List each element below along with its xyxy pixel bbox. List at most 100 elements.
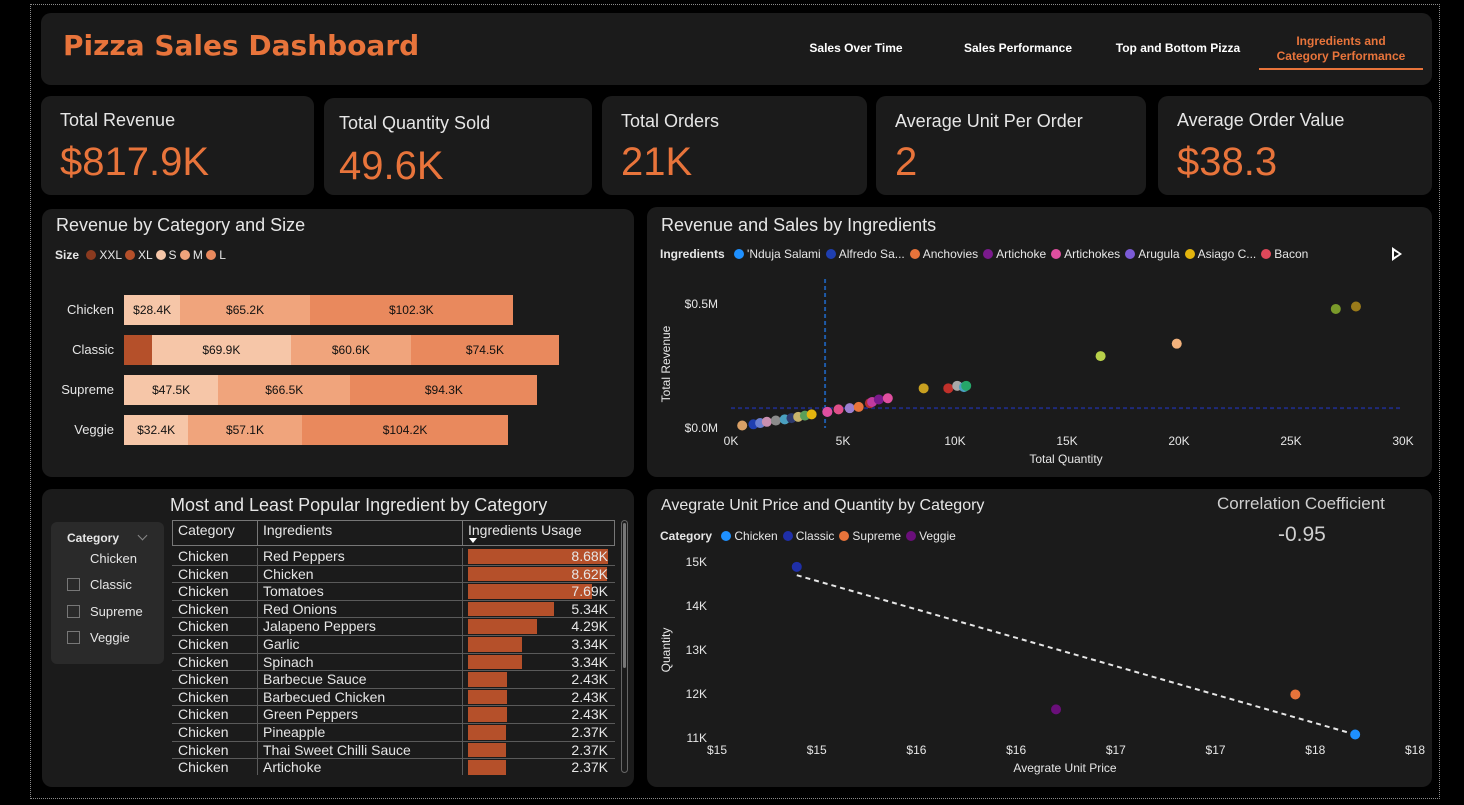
cell-ingredient: Artichoke	[263, 759, 322, 775]
data-point-classic[interactable]	[791, 561, 802, 572]
table-row[interactable]: Chicken Barbecued Chicken 2.43K	[172, 688, 615, 707]
data-point[interactable]	[918, 383, 929, 394]
data-point[interactable]	[961, 380, 972, 391]
table-row[interactable]: Chicken Garlic 3.34K	[172, 636, 615, 654]
bar-segment-m[interactable]: $66.5K	[218, 375, 351, 405]
table-row[interactable]: Chicken Jalapeno Peppers 4.29K	[172, 618, 615, 636]
cell-category: Chicken	[178, 688, 229, 705]
bar-segment-s[interactable]: $28.4K	[124, 295, 181, 325]
data-point[interactable]	[873, 394, 884, 405]
cell-ingredient: Garlic	[263, 636, 300, 652]
column-divider	[257, 583, 258, 600]
column-divider	[462, 583, 463, 600]
bar-segment-l[interactable]: $104.2K	[301, 415, 509, 445]
column-divider	[462, 671, 463, 688]
slicer-item-classic[interactable]: Classic	[67, 577, 132, 592]
data-point[interactable]	[822, 406, 833, 417]
cell-ingredient: Red Onions	[263, 600, 337, 617]
table-row[interactable]: Chicken Artichoke 2.37K	[172, 759, 615, 775]
table-row[interactable]: Chicken Tomatoes 7.69K	[172, 583, 615, 601]
data-point[interactable]	[1350, 301, 1361, 312]
table-scrollbar[interactable]	[621, 520, 628, 773]
table-row[interactable]: Chicken Spinach 3.34K	[172, 653, 615, 672]
page-title: Pizza Sales Dashboard	[63, 29, 420, 62]
sort-desc-icon[interactable]	[469, 538, 477, 543]
column-divider	[257, 565, 258, 583]
cell-category: Chicken	[178, 741, 229, 758]
table-row[interactable]: Chicken Barbecue Sauce 2.43K	[172, 671, 615, 689]
x-tick-label: $15	[707, 743, 727, 757]
data-point-supreme[interactable]	[1290, 689, 1301, 700]
column-divider	[257, 671, 258, 688]
kpi-label: Total Orders	[621, 111, 720, 131]
tab-sales-over-time[interactable]: Sales Over Time	[806, 41, 906, 56]
data-point[interactable]	[1171, 338, 1182, 349]
tab-sales-performance[interactable]: Sales Performance	[958, 41, 1078, 56]
column-divider	[257, 688, 258, 706]
kpi-label: Average Order Value	[1177, 110, 1345, 130]
cell-category: Chicken	[178, 600, 229, 617]
bar-segment-s[interactable]: $69.9K	[151, 335, 291, 365]
data-point[interactable]	[770, 415, 781, 426]
scrollbar-thumb[interactable]	[623, 523, 626, 668]
column-divider	[462, 636, 463, 653]
checkbox[interactable]	[67, 552, 80, 565]
table-row[interactable]: Chicken Pineapple 2.37K	[172, 724, 615, 742]
bar-segment-m[interactable]: $57.1K	[188, 415, 302, 445]
table-row[interactable]: Chicken Red Peppers 8.68K	[172, 548, 615, 566]
column-divider	[462, 741, 463, 759]
checkbox[interactable]	[67, 578, 80, 591]
bar-segment-l[interactable]: $74.5K	[411, 335, 559, 365]
data-point[interactable]	[806, 409, 817, 420]
slicer-item-veggie[interactable]: Veggie	[67, 630, 130, 645]
data-point[interactable]	[943, 383, 954, 394]
cell-category: Chicken	[178, 671, 229, 688]
table-row[interactable]: Chicken Red Onions 5.34K	[172, 600, 615, 619]
column-divider	[462, 548, 463, 565]
table-row[interactable]: Chicken Chicken 8.62K	[172, 565, 615, 584]
cell-usage: 3.34K	[571, 636, 608, 652]
bar-segment-s[interactable]: $47.5K	[124, 375, 219, 405]
bar-segment-xl[interactable]	[124, 335, 152, 365]
data-point-veggie[interactable]	[1051, 704, 1062, 715]
data-point[interactable]	[833, 404, 844, 415]
column-divider	[462, 565, 463, 583]
slicer-item-supreme[interactable]: Supreme	[67, 604, 143, 619]
slicer-item-chicken[interactable]: Chicken	[67, 551, 137, 566]
bar-segment-m[interactable]: $60.6K	[290, 335, 412, 365]
data-point-chicken[interactable]	[1350, 729, 1361, 740]
table-row[interactable]: Chicken Thai Sweet Chilli Sauce 2.37K	[172, 741, 615, 760]
kpi-card-avg-unit-per-order: Average Unit Per Order 2	[876, 96, 1146, 195]
column-header-usage[interactable]: Ingredients Usage	[468, 522, 582, 538]
bar-segment-l[interactable]: $102.3K	[309, 295, 513, 325]
data-point[interactable]	[844, 403, 855, 414]
checkbox[interactable]	[67, 605, 80, 618]
bar-segment-l[interactable]: $94.3K	[350, 375, 538, 405]
x-axis-title: Total Quantity	[1029, 452, 1102, 466]
column-divider	[462, 724, 463, 741]
cell-ingredient: Pineapple	[263, 724, 326, 740]
category-label-veggie: Veggie	[74, 422, 114, 437]
data-point[interactable]	[761, 416, 772, 427]
data-point[interactable]	[882, 393, 893, 404]
data-point[interactable]	[1330, 303, 1341, 314]
x-tick-label: 0K	[724, 434, 739, 448]
chevron-down-icon[interactable]	[137, 530, 148, 541]
kpi-card-avg-order-value: Average Order Value $38.3	[1158, 96, 1432, 195]
data-point[interactable]	[1095, 351, 1106, 362]
column-divider	[462, 759, 463, 775]
column-header-ingredients[interactable]: Ingredients	[263, 522, 332, 538]
data-point[interactable]	[853, 401, 864, 412]
tab-top-bottom-pizza[interactable]: Top and Bottom Pizza	[1113, 41, 1243, 56]
ingredient-table-panel: Most and Least Popular Ingredient by Cat…	[42, 489, 634, 787]
cell-usage: 8.62K	[571, 565, 608, 582]
column-header-category[interactable]: Category	[178, 522, 235, 538]
bar-segment-m[interactable]: $65.2K	[180, 295, 310, 325]
x-tick-label: 5K	[836, 434, 851, 448]
data-point[interactable]	[737, 420, 748, 431]
tab-ingredients-category[interactable]: Ingredients and Category Performance	[1259, 34, 1423, 64]
table-row[interactable]: Chicken Green Peppers 2.43K	[172, 706, 615, 724]
cell-usage: 2.37K	[571, 724, 608, 740]
checkbox[interactable]	[67, 631, 80, 644]
bar-segment-s[interactable]: $32.4K	[124, 415, 189, 445]
